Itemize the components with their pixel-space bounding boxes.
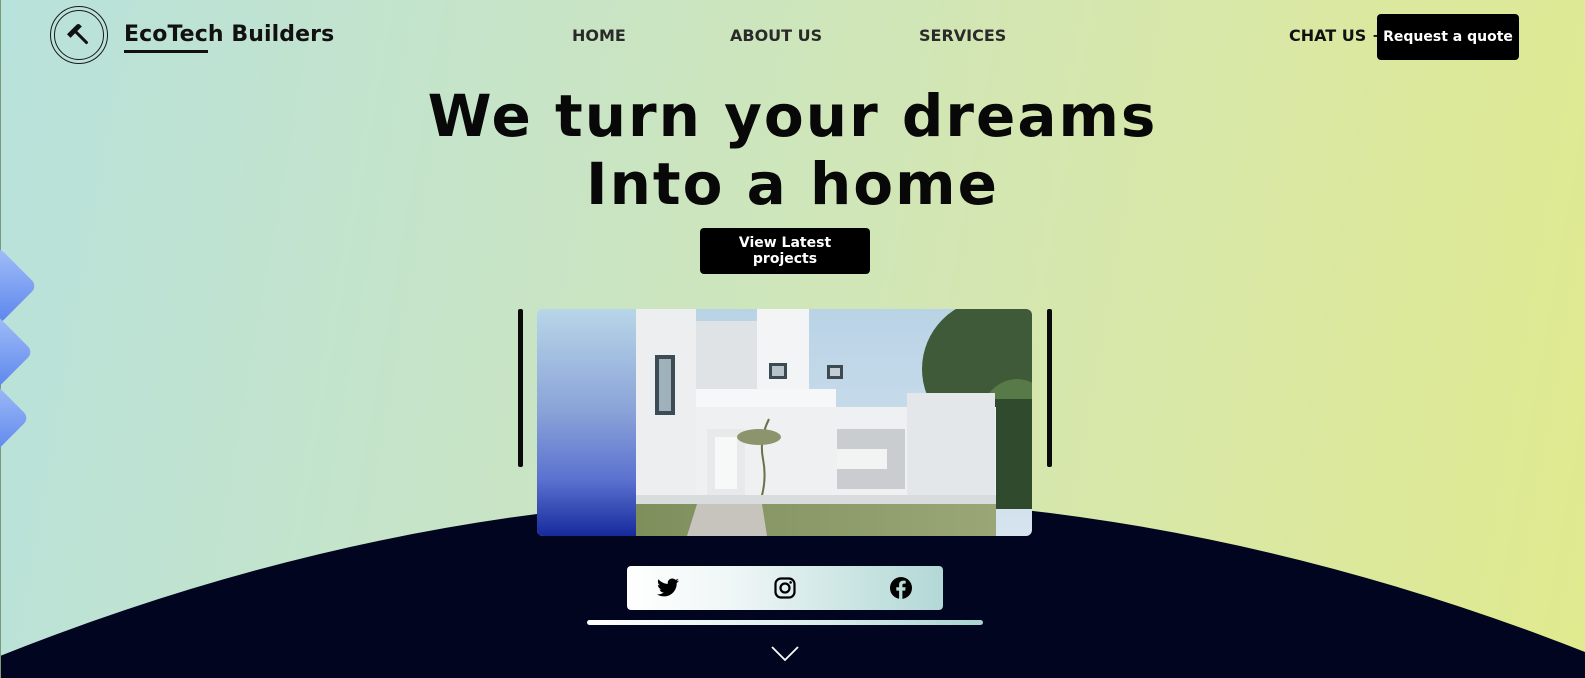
hero-title-line-2: Into a home: [586, 150, 999, 218]
project-image: [537, 309, 1032, 536]
chevron-down-icon[interactable]: [770, 644, 800, 664]
carousel-right-bar[interactable]: [1047, 309, 1052, 467]
hero-title: We turn your dreams Into a home: [0, 82, 1585, 218]
nav-services[interactable]: SERVICES: [919, 26, 1006, 45]
nav-about-us[interactable]: ABOUT US: [730, 26, 822, 45]
social-links-bar: [627, 566, 943, 610]
hero-title-line-1: We turn your dreams: [427, 82, 1158, 150]
twitter-icon[interactable]: [655, 576, 681, 600]
instagram-icon[interactable]: [772, 576, 798, 600]
view-latest-projects-button[interactable]: View Latest projects: [700, 228, 870, 274]
nav-home[interactable]: HOME: [572, 26, 626, 45]
landing-page: EcoTech Builders HOME ABOUT US SERVICES …: [0, 0, 1585, 678]
social-underline: [587, 620, 983, 625]
chat-us-link[interactable]: CHAT US +: [1289, 26, 1385, 45]
carousel-left-bar[interactable]: [518, 309, 523, 467]
brand-name[interactable]: EcoTech Builders: [124, 22, 334, 47]
brand-underline: [124, 50, 208, 53]
request-quote-button[interactable]: Request a quote: [1377, 14, 1519, 60]
hammer-icon: [66, 24, 89, 45]
house-photo: [537, 309, 1032, 536]
facebook-icon[interactable]: [888, 576, 914, 600]
logo[interactable]: [50, 6, 108, 64]
